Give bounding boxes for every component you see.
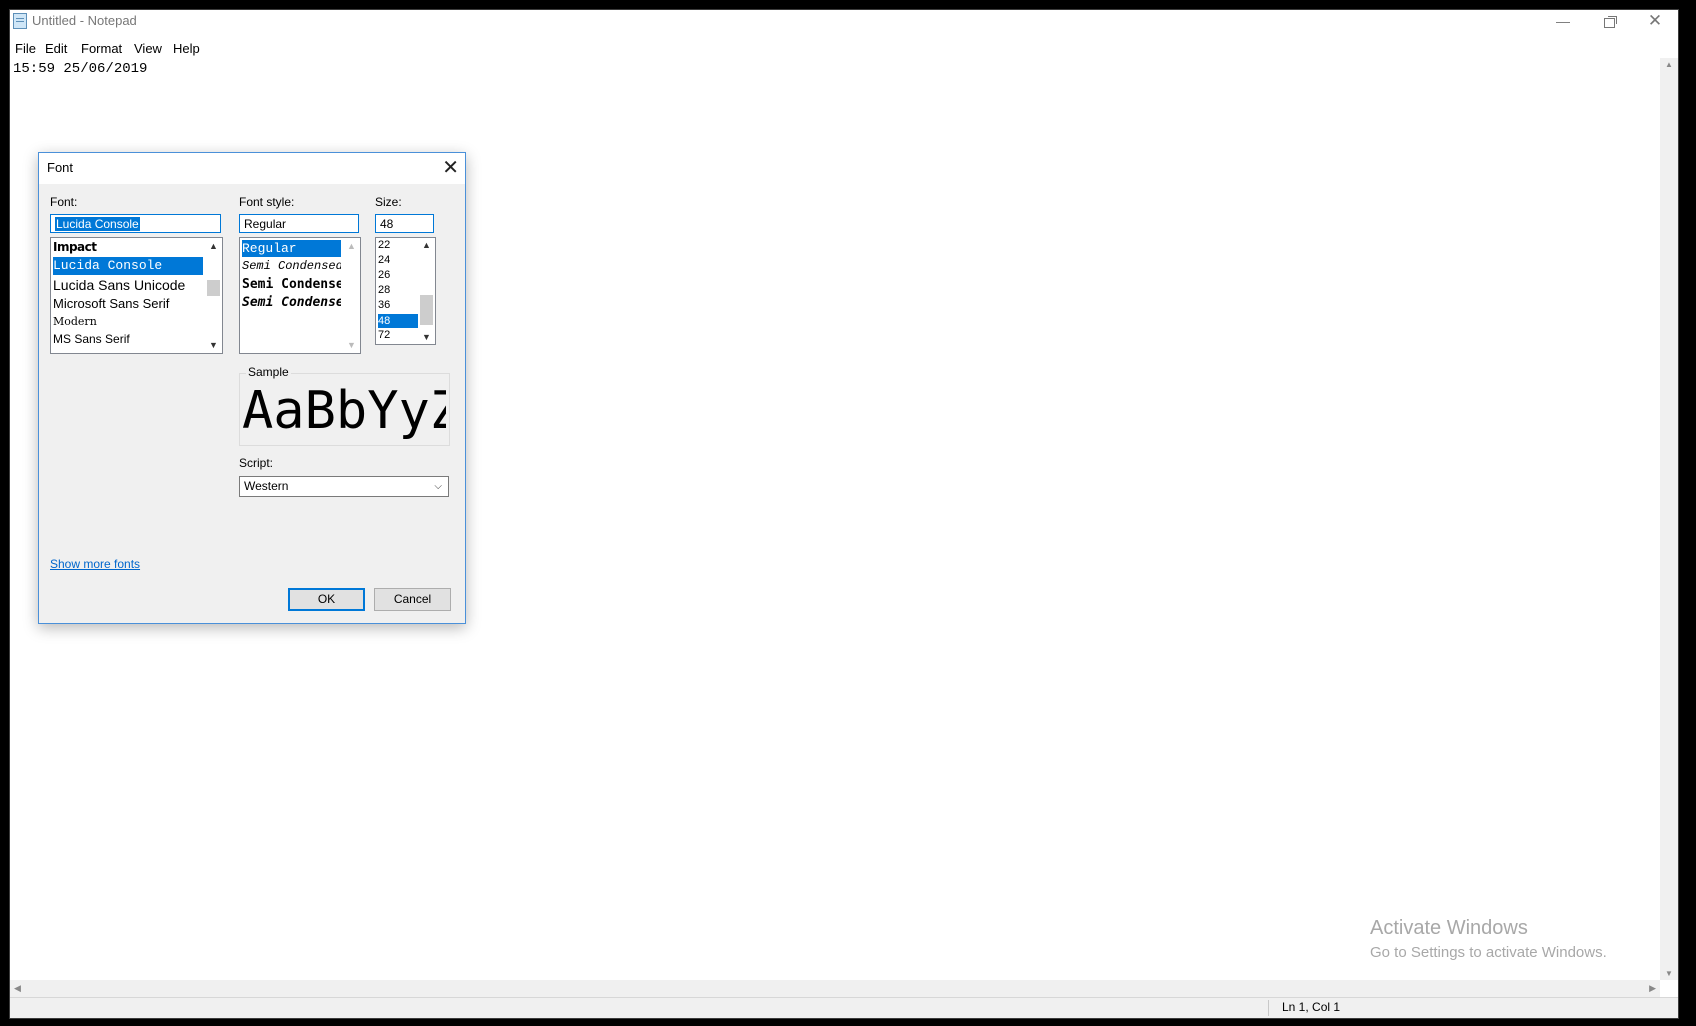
script-label: Script: bbox=[239, 456, 274, 470]
activation-watermark: Activate Windows Go to Settings to activ… bbox=[1370, 917, 1607, 961]
font-list-scrollbar[interactable]: ▲ ▼ bbox=[205, 238, 222, 353]
watermark-title: Activate Windows bbox=[1370, 917, 1528, 939]
script-value: Western bbox=[244, 479, 289, 493]
menu-file[interactable]: File bbox=[15, 41, 36, 56]
font-item-microsoft-sans-serif[interactable]: Microsoft Sans Serif bbox=[53, 296, 203, 311]
style-item-semi-condensed-bold[interactable]: Semi Condensed bbox=[242, 277, 341, 292]
size-item[interactable]: 28 bbox=[378, 284, 416, 296]
scroll-down-icon[interactable]: ▼ bbox=[1660, 969, 1678, 978]
size-item[interactable]: 36 bbox=[378, 299, 416, 311]
status-separator bbox=[1268, 1000, 1269, 1016]
size-item[interactable]: 22 bbox=[378, 239, 416, 251]
font-name-input[interactable]: Lucida Console bbox=[50, 214, 221, 233]
font-item-ms-sans-serif[interactable]: MS Sans Serif bbox=[53, 332, 203, 346]
chevron-down-icon: ⌵ bbox=[434, 481, 442, 492]
size-input[interactable]: 48 bbox=[375, 214, 434, 233]
menu-edit[interactable]: Edit bbox=[45, 41, 67, 56]
restore-icon bbox=[1603, 18, 1615, 28]
font-name-value: Lucida Console bbox=[55, 217, 140, 231]
ok-button[interactable]: OK bbox=[288, 588, 365, 611]
menu-view[interactable]: View bbox=[134, 41, 162, 56]
font-scroll-down-icon[interactable]: ▼ bbox=[205, 340, 222, 350]
size-scroll-thumb[interactable] bbox=[420, 295, 433, 325]
font-style-input[interactable]: Regular bbox=[239, 214, 359, 233]
minimize-button[interactable]: — bbox=[1540, 10, 1586, 40]
style-item-semi-condensed-italic[interactable]: Semi Condensed bbox=[242, 259, 341, 273]
scroll-up-icon[interactable]: ▲ bbox=[1660, 60, 1678, 69]
size-scroll-down-icon[interactable]: ▼ bbox=[418, 332, 435, 342]
size-item-selected[interactable]: 48 bbox=[378, 314, 418, 328]
dialog-close-button[interactable]: ✕ bbox=[442, 156, 459, 180]
close-button[interactable]: ✕ bbox=[1632, 10, 1678, 40]
menu-format[interactable]: Format bbox=[81, 41, 122, 56]
style-scroll-down-icon[interactable]: ▼ bbox=[343, 340, 360, 350]
style-item-regular[interactable]: Regular bbox=[242, 240, 341, 257]
style-item-semi-condensed-bold-italic[interactable]: Semi Condensed bbox=[242, 295, 341, 310]
size-label: Size: bbox=[375, 195, 402, 209]
font-style-listbox[interactable]: Regular Semi Condensed Semi Condensed Se… bbox=[239, 237, 361, 354]
scroll-left-icon[interactable]: ◀ bbox=[14, 983, 21, 994]
size-listbox[interactable]: 22 24 26 28 36 48 72 ▲ ▼ bbox=[375, 237, 436, 345]
size-scroll-up-icon[interactable]: ▲ bbox=[418, 240, 435, 250]
status-bar: Ln 1, Col 1 bbox=[10, 997, 1678, 1018]
dialog-title: Font bbox=[47, 160, 74, 175]
size-item[interactable]: 26 bbox=[378, 269, 416, 281]
font-item-lucida-console[interactable]: Lucida Console bbox=[53, 257, 203, 275]
font-item-impact[interactable]: Impact bbox=[53, 240, 203, 254]
vertical-scrollbar[interactable]: ▲ ▼ bbox=[1660, 58, 1678, 980]
watermark-subtitle: Go to Settings to activate Windows. bbox=[1370, 944, 1607, 961]
sample-preview: AaBbYyZz bbox=[242, 382, 446, 441]
horizontal-scrollbar[interactable]: ◀ ▶ bbox=[10, 980, 1660, 998]
window-title: Untitled - Notepad bbox=[32, 13, 137, 28]
menu-bar: File Edit Format View Help bbox=[10, 40, 1678, 60]
style-scroll-up-icon[interactable]: ▲ bbox=[343, 241, 360, 251]
font-label: Font: bbox=[50, 195, 78, 209]
notepad-icon bbox=[13, 13, 27, 29]
font-listbox[interactable]: Impact Lucida Console Lucida Sans Unicod… bbox=[50, 237, 223, 354]
title-bar: Untitled - Notepad — ✕ bbox=[10, 10, 1678, 40]
dialog-title-bar: Font ✕ bbox=[39, 153, 465, 184]
size-list-scrollbar[interactable]: ▲ ▼ bbox=[418, 238, 435, 344]
cancel-button[interactable]: Cancel bbox=[374, 588, 451, 611]
restore-button[interactable] bbox=[1586, 10, 1632, 40]
font-scroll-up-icon[interactable]: ▲ bbox=[205, 241, 222, 251]
size-item[interactable]: 24 bbox=[378, 254, 416, 266]
size-item[interactable]: 72 bbox=[378, 329, 416, 341]
style-list-scrollbar[interactable]: ▲ ▼ bbox=[343, 238, 360, 353]
font-item-lucida-sans-unicode[interactable]: Lucida Sans Unicode bbox=[53, 277, 203, 293]
show-more-fonts-link[interactable]: Show more fonts bbox=[50, 557, 140, 571]
font-dialog: Font ✕ Font: Lucida Console Impact Lucid… bbox=[38, 152, 466, 624]
font-item-modern[interactable]: Modern bbox=[53, 315, 203, 328]
font-style-label: Font style: bbox=[239, 195, 295, 209]
cursor-position: Ln 1, Col 1 bbox=[1282, 1000, 1341, 1014]
menu-help[interactable]: Help bbox=[173, 41, 200, 56]
script-select[interactable]: Western ⌵ bbox=[239, 476, 449, 497]
sample-label: Sample bbox=[246, 365, 291, 379]
font-scroll-thumb[interactable] bbox=[207, 280, 220, 296]
scroll-right-icon[interactable]: ▶ bbox=[1649, 983, 1656, 994]
